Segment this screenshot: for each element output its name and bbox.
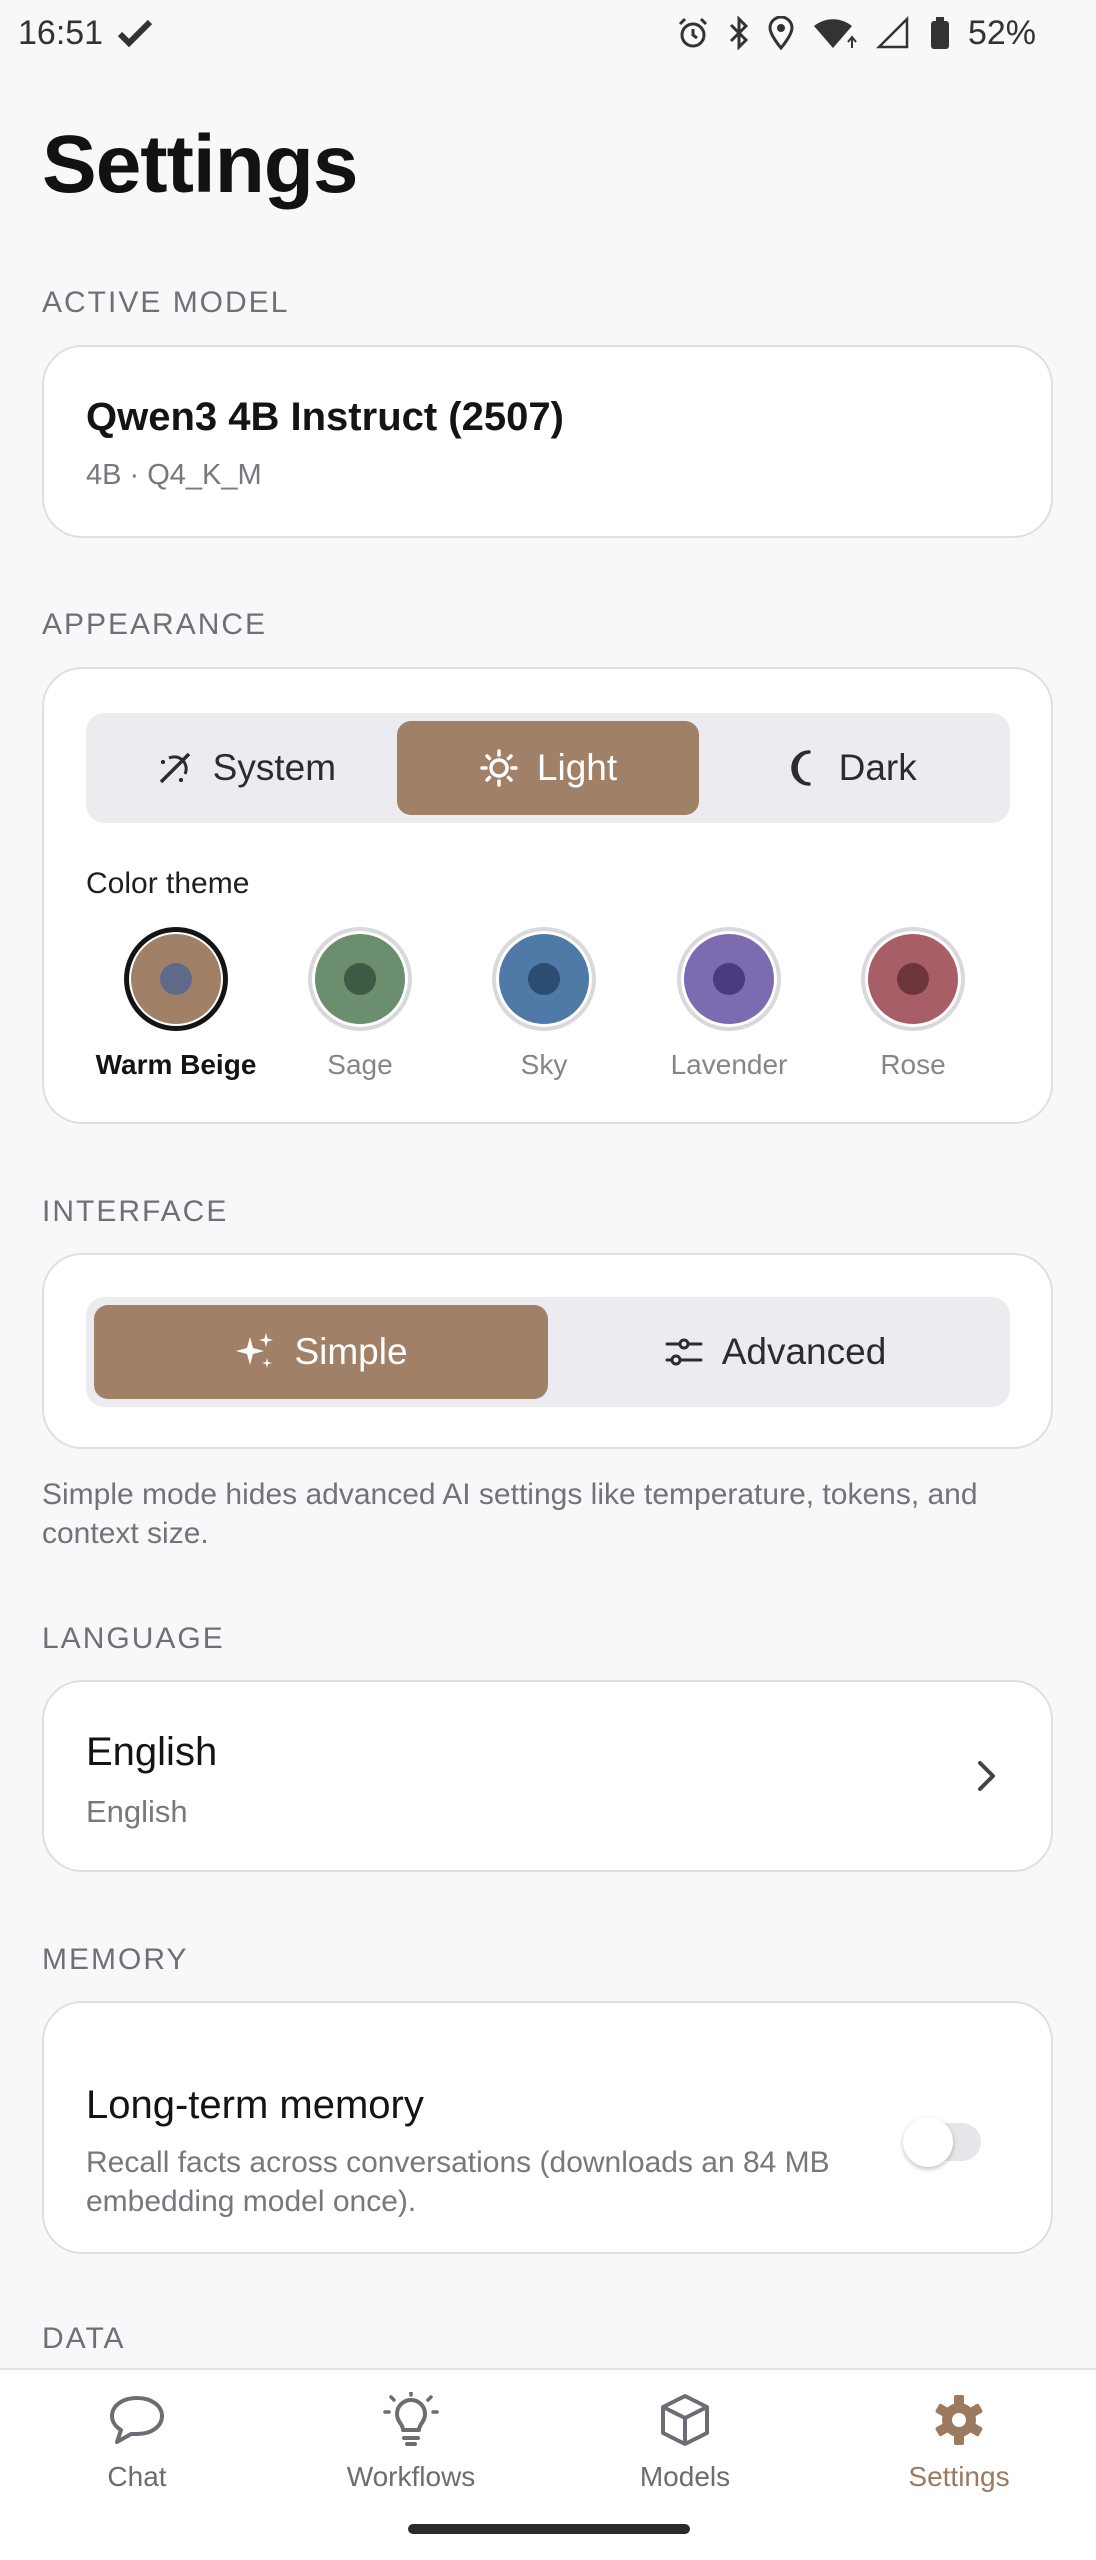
swatch-ring xyxy=(492,927,596,1031)
moon-icon xyxy=(785,748,821,788)
wifi-icon xyxy=(812,16,858,50)
swatch-color xyxy=(131,934,221,1024)
nav-item-settings[interactable]: Settings xyxy=(822,2370,1096,2560)
page-title: Settings xyxy=(42,119,358,210)
language-subtitle: English xyxy=(86,1794,188,1829)
swatch-label: Sage xyxy=(327,1049,393,1080)
memory-toggle[interactable] xyxy=(903,2117,981,2167)
location-icon xyxy=(768,16,794,50)
gear-icon xyxy=(929,2392,989,2453)
swatch-ring xyxy=(861,927,965,1031)
memory-title: Long-term memory xyxy=(86,2083,424,2127)
alarm-icon xyxy=(676,16,710,50)
active-model-card[interactable]: Qwen3 4B Instruct (2507) 4B · Q4_K_M xyxy=(42,345,1053,538)
theme-swatch-lavender[interactable]: Lavender xyxy=(639,927,819,1081)
status-time: 16:51 xyxy=(18,13,104,52)
cube-icon xyxy=(655,2392,715,2453)
interface-mode-selector: Simple Advanced xyxy=(86,1297,1010,1407)
memory-description: Recall facts across conversations (downl… xyxy=(86,2146,830,2218)
check-icon xyxy=(117,18,153,48)
swatch-label: Rose xyxy=(880,1049,946,1080)
nav-item-chat[interactable]: Chat xyxy=(0,2370,274,2560)
nav-label: Settings xyxy=(908,2461,1010,2492)
status-bar: 16:51 52% xyxy=(0,0,1096,66)
swatch-ring xyxy=(677,927,781,1031)
section-label-data: DATA xyxy=(42,2322,126,2355)
sparkles-icon xyxy=(234,1331,276,1373)
chat-bubble-icon xyxy=(107,2392,167,2453)
model-details: 4B · Q4_K_M xyxy=(86,459,262,491)
bluetooth-icon xyxy=(728,16,750,50)
theme-mode-dark[interactable]: Dark xyxy=(699,721,1002,815)
interface-mode-note: Simple mode hides advanced AI settings l… xyxy=(42,1478,978,1550)
section-label-interface: INTERFACE xyxy=(42,1195,229,1228)
color-theme-label: Color theme xyxy=(86,867,250,900)
chevron-right-icon xyxy=(975,1758,999,1799)
theme-mode-light[interactable]: Light xyxy=(396,721,700,815)
nav-label: Models xyxy=(639,2461,731,2492)
theme-mode-label: Dark xyxy=(838,747,917,788)
section-label-active-model: ACTIVE MODEL xyxy=(42,286,290,319)
section-label-appearance: APPEARANCE xyxy=(42,608,268,641)
lightbulb-icon xyxy=(381,2390,441,2453)
theme-mode-label: System xyxy=(212,747,337,788)
sliders-icon xyxy=(664,1334,704,1370)
theme-swatch-sky[interactable]: Sky xyxy=(454,927,634,1081)
swatch-color xyxy=(315,934,405,1024)
swatch-label: Warm Beige xyxy=(95,1049,257,1080)
interface-mode-label: Simple xyxy=(294,1331,408,1372)
sun-icon xyxy=(479,748,519,788)
swatch-color xyxy=(868,934,958,1024)
interface-card: Simple Advanced xyxy=(42,1253,1053,1449)
interface-mode-advanced[interactable]: Advanced xyxy=(548,1305,1002,1399)
battery-percent: 52% xyxy=(967,13,1036,52)
model-name: Qwen3 4B Instruct (2507) xyxy=(86,395,564,439)
toggle-knob xyxy=(903,2117,953,2167)
battery-icon xyxy=(930,16,950,50)
home-indicator[interactable] xyxy=(408,2524,690,2534)
theme-mode-label: Light xyxy=(536,747,618,788)
theme-swatch-warm-beige[interactable]: Warm Beige xyxy=(86,927,266,1081)
section-label-language: LANGUAGE xyxy=(42,1622,225,1655)
interface-mode-simple[interactable]: Simple xyxy=(94,1305,548,1399)
auto-theme-icon xyxy=(155,748,195,788)
appearance-card: System Light Dark Color theme Warm Beige xyxy=(42,667,1053,1124)
theme-mode-selector: System Light Dark xyxy=(86,713,1010,823)
swatch-color xyxy=(684,934,774,1024)
section-label-memory: MEMORY xyxy=(42,1943,189,1976)
color-theme-swatches: Warm Beige Sage Sky Lavender Rose xyxy=(86,927,1016,1087)
memory-card: Long-term memory Recall facts across con… xyxy=(42,2001,1053,2254)
theme-swatch-sage[interactable]: Sage xyxy=(270,927,450,1081)
nav-label: Chat xyxy=(107,2461,167,2492)
theme-mode-system[interactable]: System xyxy=(94,721,397,815)
nav-label: Workflows xyxy=(346,2461,476,2492)
swatch-color xyxy=(499,934,589,1024)
swatch-label: Sky xyxy=(520,1049,568,1080)
cell-signal-icon xyxy=(875,16,912,50)
swatch-ring xyxy=(308,927,412,1031)
theme-swatch-rose[interactable]: Rose xyxy=(823,927,1003,1081)
language-title: English xyxy=(86,1730,218,1774)
language-selector[interactable]: English English xyxy=(42,1680,1053,1872)
interface-mode-label: Advanced xyxy=(721,1331,887,1372)
swatch-label: Lavender xyxy=(670,1049,788,1080)
swatch-ring xyxy=(124,927,228,1031)
